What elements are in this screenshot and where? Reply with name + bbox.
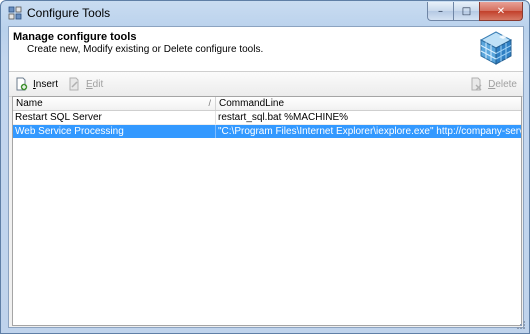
cell-name: Restart SQL Server: [13, 111, 216, 124]
edit-icon: [69, 77, 79, 91]
insert-label: Insert: [33, 78, 59, 90]
insert-button[interactable]: Insert: [14, 76, 58, 92]
configure-tools-window: Configure Tools – □ ✕ Manage configure t…: [0, 0, 530, 334]
edit-button[interactable]: Edit: [67, 76, 103, 92]
maximize-icon: □: [461, 5, 472, 17]
caption-buttons: – □ ✕: [427, 2, 523, 21]
delete-icon: [471, 77, 482, 91]
table-row-selected[interactable]: Web Service Processing "C:\Program Files…: [13, 125, 521, 138]
cube-icon: [479, 31, 513, 65]
delete-label: Delete: [488, 78, 517, 90]
resize-grip-icon[interactable]: [516, 320, 526, 330]
app-icon: [8, 6, 22, 20]
tools-grid[interactable]: Name / CommandLine Restart SQL Server re…: [12, 96, 522, 326]
title-bar[interactable]: Configure Tools – □ ✕: [1, 1, 529, 25]
minimize-icon: –: [438, 5, 443, 17]
close-icon: ✕: [496, 5, 506, 17]
window-title: Configure Tools: [27, 6, 111, 20]
edit-label: Edit: [86, 78, 104, 90]
column-header-commandline-label: CommandLine: [219, 98, 285, 109]
header-title: Manage configure tools: [13, 31, 137, 43]
toolbar: Insert Edit Delete: [9, 72, 523, 97]
minimize-button[interactable]: –: [427, 2, 453, 21]
header-description: Create new, Modify existing or Delete co…: [27, 44, 264, 55]
table-row[interactable]: Restart SQL Server restart_sql.bat %MACH…: [13, 111, 521, 125]
column-header-name[interactable]: Name /: [13, 97, 216, 110]
cell-commandline: "C:\Program Files\Internet Explorer\iexp…: [218, 126, 521, 137]
close-button[interactable]: ✕: [479, 2, 523, 21]
cell-name: Web Service Processing: [13, 125, 216, 138]
sort-indicator-icon: /: [208, 98, 211, 108]
grid-header: Name / CommandLine: [13, 97, 521, 111]
header-panel: Manage configure tools Create new, Modif…: [9, 27, 523, 72]
column-header-name-label: Name: [16, 98, 43, 109]
maximize-button[interactable]: □: [453, 2, 479, 21]
column-header-commandline[interactable]: CommandLine: [216, 97, 521, 110]
delete-button[interactable]: Delete: [469, 76, 517, 92]
cell-commandline: restart_sql.bat %MACHINE%: [218, 112, 349, 123]
dialog-client-area: Manage configure tools Create new, Modif…: [8, 26, 524, 328]
insert-icon: [16, 77, 28, 91]
